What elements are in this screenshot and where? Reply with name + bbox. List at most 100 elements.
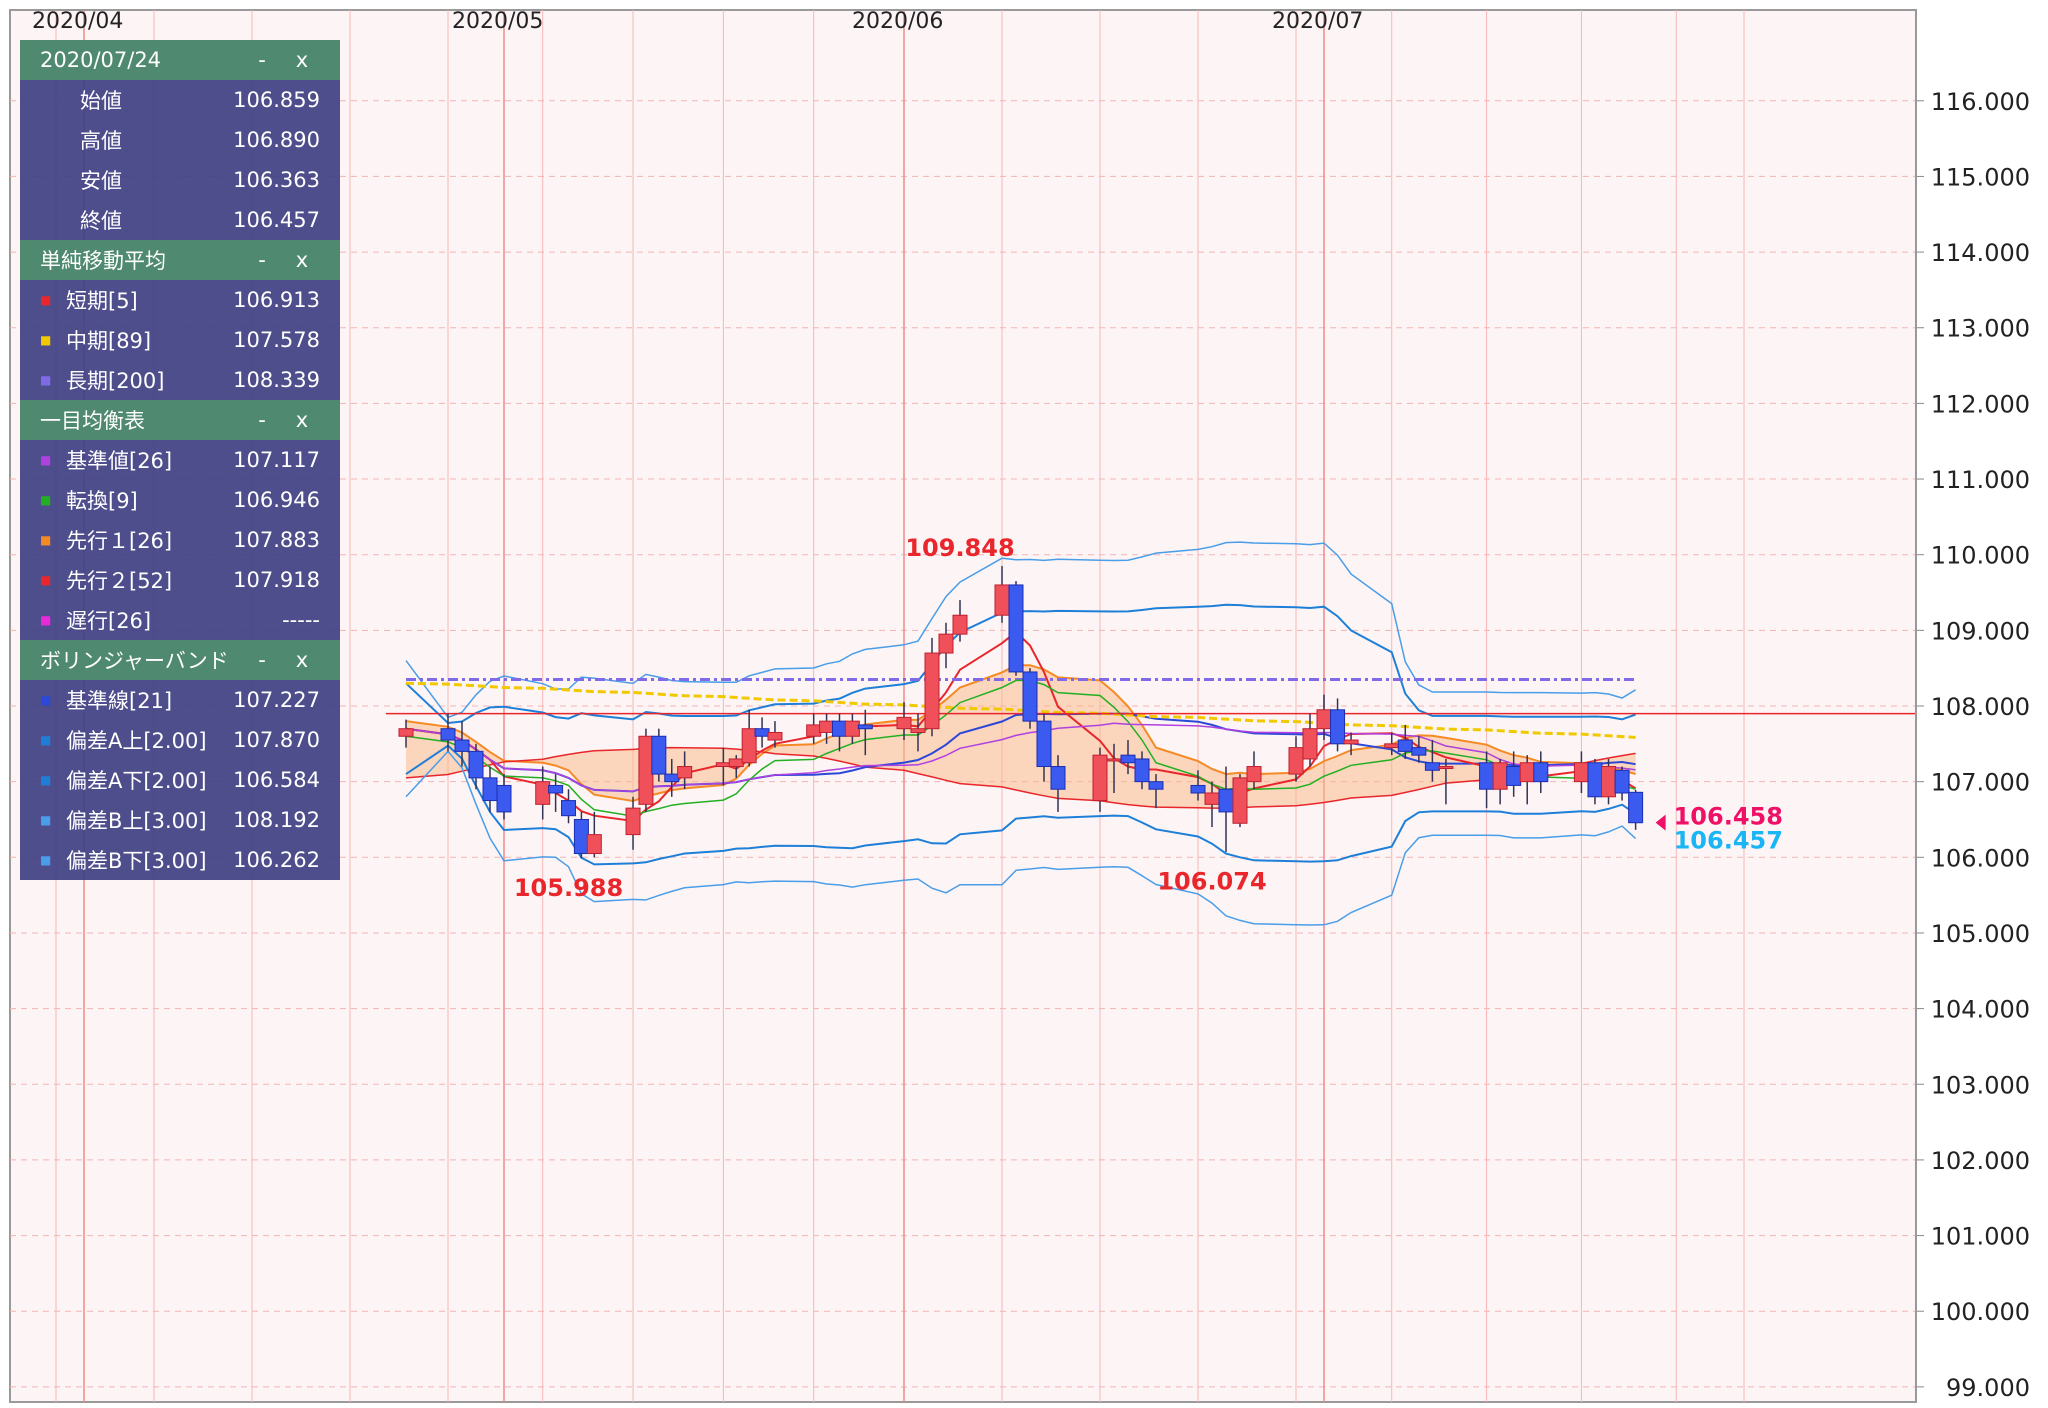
ichimoku-label: 先行１[26] <box>66 529 173 553</box>
candle-body <box>754 728 770 737</box>
candle-body <box>1506 766 1522 786</box>
candle <box>1008 581 1024 676</box>
candle-body <box>535 781 551 805</box>
minimize-button[interactable]: - <box>242 408 282 432</box>
candle-body <box>1601 766 1617 798</box>
candle-body <box>1533 762 1549 783</box>
candle <box>924 637 940 737</box>
y-tick-label: 116.000 <box>1931 88 2030 116</box>
candle-body <box>844 720 860 737</box>
candle-body <box>664 773 680 783</box>
candle-body <box>1302 728 1318 760</box>
y-tick-label: 110.000 <box>1931 542 2030 570</box>
candle-body <box>806 724 822 737</box>
candle-body <box>1397 739 1413 752</box>
ohlc-row: 安値 106.363 <box>20 160 340 200</box>
candle-body <box>1288 747 1304 775</box>
candle-body <box>1246 766 1262 783</box>
candle <box>638 728 654 812</box>
candle-body <box>767 731 783 741</box>
candle-body <box>1218 788 1234 813</box>
candle-body <box>1008 584 1024 673</box>
legend-swatch-icon: ■ <box>40 573 52 587</box>
close-button[interactable]: x <box>282 248 322 272</box>
y-tick-label: 112.000 <box>1931 390 2030 418</box>
sma-row: ■ 短期[5] 106.913 <box>20 280 340 320</box>
minimize-button[interactable]: - <box>242 248 282 272</box>
legend-swatch-icon: ■ <box>40 453 52 467</box>
ichimoku-title: 一目均衡表 <box>40 409 145 433</box>
candle-body <box>994 584 1010 616</box>
bollinger-value: 108.192 <box>233 808 320 832</box>
candle-body <box>1492 762 1508 790</box>
candle-body <box>1036 720 1052 768</box>
candle-body <box>938 633 954 654</box>
candle-body <box>1411 747 1427 756</box>
candle-body <box>1330 709 1346 745</box>
sma-label: 長期[200] <box>66 369 165 393</box>
y-tick-label: 102.000 <box>1931 1147 2030 1175</box>
sma-value: 107.578 <box>233 328 320 352</box>
candle-body <box>548 784 564 794</box>
close-button[interactable]: x <box>282 648 322 672</box>
legend-swatch-icon: ■ <box>40 533 52 547</box>
ohlc-label: 終値 <box>80 209 122 233</box>
candle-body <box>857 724 873 730</box>
candle-body <box>1190 784 1206 794</box>
candle-body <box>1573 762 1589 783</box>
candle-body <box>1384 743 1400 749</box>
ohlc-panel-header: 2020/07/24 - x <box>20 40 340 80</box>
candle-body <box>1479 762 1495 790</box>
ohlc-rows: 始値 106.859 高値 106.890 安値 106.363 終値 106.457 <box>20 80 340 240</box>
ichimoku-label: 先行２[52] <box>66 569 173 593</box>
candle-body <box>586 834 602 855</box>
close-button[interactable]: x <box>282 48 322 72</box>
y-tick-label: 101.000 <box>1931 1223 2030 1251</box>
indicator-panel: 2020/07/24 - x 始値 106.859 高値 106.890 安値 106.3… <box>20 40 340 880</box>
bollinger-value: 106.584 <box>233 768 320 792</box>
bollinger-value: 107.870 <box>233 728 320 752</box>
candle-body <box>728 758 744 768</box>
candle-body <box>1343 739 1359 745</box>
y-tick-label: 103.000 <box>1931 1071 2030 1099</box>
legend-swatch-icon: ■ <box>40 693 52 707</box>
ichimoku-panel-header: 一目均衡表 - x <box>20 400 340 440</box>
ohlc-value: 106.363 <box>233 168 320 192</box>
candle-body <box>440 728 456 741</box>
y-tick-label: 108.000 <box>1931 693 2030 721</box>
candle-body <box>1120 754 1136 764</box>
ohlc-label: 高値 <box>80 129 122 153</box>
legend-swatch-icon: ■ <box>40 613 52 627</box>
y-tick-label: 113.000 <box>1931 315 2030 343</box>
candle-body <box>496 784 512 813</box>
sma-label: 中期[89] <box>66 329 152 353</box>
candle-body <box>482 777 498 802</box>
y-tick-label: 111.000 <box>1931 466 2030 494</box>
candle-body <box>910 728 926 733</box>
candle <box>651 728 667 782</box>
ichimoku-value: ----- <box>282 608 320 632</box>
sma-row: ■ 中期[89] 107.578 <box>20 320 340 360</box>
close-button[interactable]: x <box>282 408 322 432</box>
ichimoku-row: ■ 遅行[26] ----- <box>20 600 340 640</box>
ichimoku-value: 107.918 <box>233 568 320 592</box>
sma-row: ■ 長期[200] 108.339 <box>20 360 340 400</box>
candle-body <box>1022 671 1038 722</box>
ask-price-label: 106.457 <box>1674 827 1783 855</box>
sma-title: 単純移動平均 <box>40 249 166 273</box>
legend-swatch-icon: ■ <box>40 853 52 867</box>
legend-swatch-icon: ■ <box>40 813 52 827</box>
ichimoku-value: 106.946 <box>233 488 320 512</box>
ichimoku-label: 転換[9] <box>66 489 138 513</box>
minimize-button[interactable]: - <box>242 648 282 672</box>
legend-swatch-icon: ■ <box>40 333 52 347</box>
bollinger-label: 偏差A上[2.00] <box>66 729 207 753</box>
ohlc-row: 高値 106.890 <box>20 120 340 160</box>
legend-swatch-icon: ■ <box>40 373 52 387</box>
minimize-button[interactable]: - <box>242 48 282 72</box>
candle-body <box>1424 762 1440 771</box>
ohlc-value: 106.859 <box>233 88 320 112</box>
y-tick-label: 109.000 <box>1931 617 2030 645</box>
bollinger-row: ■ 偏差A下[2.00] 106.584 <box>20 760 340 800</box>
legend-swatch-icon: ■ <box>40 293 52 307</box>
